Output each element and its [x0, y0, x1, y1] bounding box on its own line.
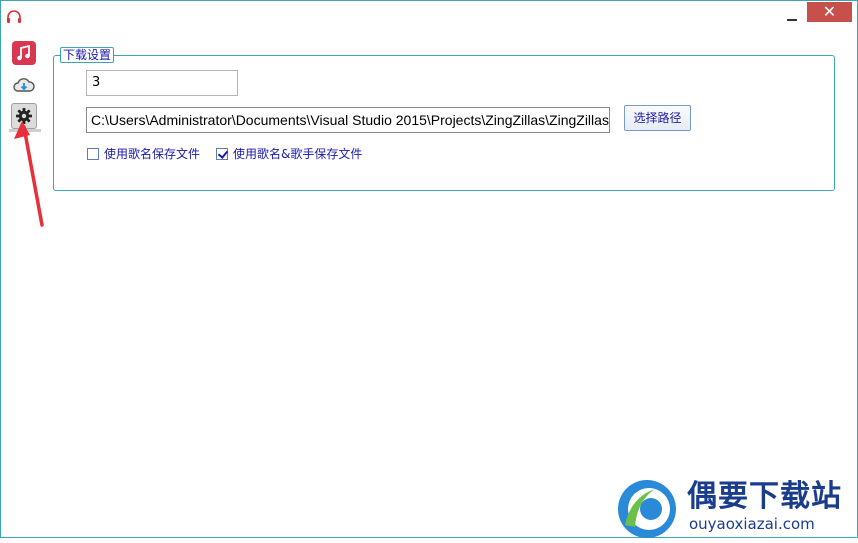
- sidebar-item-download[interactable]: [12, 73, 36, 97]
- close-button[interactable]: ✕: [807, 2, 852, 22]
- group-title: 下载设置: [60, 47, 115, 63]
- headphones-icon: [6, 9, 22, 25]
- watermark-logo-icon: [615, 475, 679, 539]
- save-path-input[interactable]: C:\Users\Administrator\Documents\Visual …: [86, 107, 610, 133]
- cloud-download-icon: [12, 78, 36, 101]
- minimize-button[interactable]: [779, 7, 805, 27]
- browse-path-button[interactable]: 选择路径: [624, 105, 691, 131]
- thread-count-input[interactable]: 3: [86, 70, 238, 96]
- save-by-song-artist-label[interactable]: 使用歌名&歌手保存文件: [233, 147, 362, 161]
- sidebar-item-music[interactable]: [12, 41, 36, 65]
- watermark-title: 偶要下载站: [687, 479, 842, 514]
- watermark-url: ouyaoxiazai.com: [689, 515, 815, 533]
- save-by-song-artist-checkbox[interactable]: [216, 148, 228, 160]
- app-window: ✕ 下载设置 3 C:\Users\Administrator\Document…: [0, 0, 858, 538]
- annotation-arrow-icon: [11, 117, 51, 229]
- music-icon: [12, 44, 36, 69]
- title-bar[interactable]: ✕: [1, 1, 857, 33]
- save-by-song-checkbox[interactable]: [87, 148, 99, 160]
- save-by-song-label[interactable]: 使用歌名保存文件: [104, 147, 200, 161]
